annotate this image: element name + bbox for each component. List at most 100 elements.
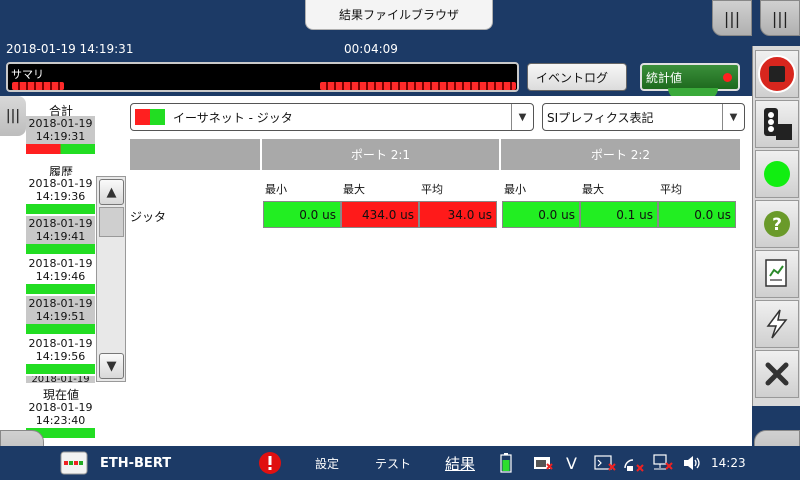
image-icon[interactable]: [533, 446, 553, 480]
summary-error-bar-right: [320, 82, 516, 90]
scroll-up-icon[interactable]: ▲: [99, 179, 124, 205]
entry-time: 14:19:56: [35, 350, 86, 363]
summary-panel[interactable]: サマリ: [6, 62, 519, 92]
entry-date: 2018-01-19: [28, 217, 93, 230]
taskbar: ETH-BERT 設定 テスト 結果 V 14:23: [0, 446, 800, 480]
history-entry[interactable]: 2018-01-19 14:19:56: [26, 336, 95, 374]
speaker-icon[interactable]: [682, 446, 702, 480]
stop-icon: [758, 55, 796, 93]
report-button[interactable]: [755, 250, 799, 298]
value-cell: 34.0 us: [419, 201, 497, 228]
svg-text:?: ?: [772, 215, 782, 235]
terminal-icon[interactable]: [594, 446, 616, 480]
history-entry[interactable]: 2018-01-19: [26, 376, 95, 383]
table-header-blank: [130, 139, 260, 170]
prefix-select[interactable]: SIプレフィクス表記 ▼: [542, 103, 745, 131]
network-icon[interactable]: [651, 446, 673, 480]
history-entry[interactable]: 2018-01-19 14:19:51: [26, 296, 95, 334]
help-icon: ?: [764, 211, 790, 237]
status-swatch-red: [135, 109, 150, 125]
entry-time: 14:19:36: [35, 190, 86, 203]
close-icon: [765, 362, 789, 386]
lightning-icon: [766, 309, 788, 339]
entry-status-bar: [26, 324, 95, 334]
entry-time: 14:19:46: [35, 270, 86, 283]
prefix-select-value: SIプレフィクス表記: [547, 110, 654, 125]
column-header-max: 最大: [582, 183, 604, 196]
stats-button-label: 統計値: [646, 70, 683, 85]
entry-date: 2018-01-19: [28, 177, 93, 190]
entry-time: 14:19:51: [35, 310, 86, 323]
app-name: ETH-BERT: [100, 455, 172, 471]
port-header: ポート 2:2: [501, 139, 740, 170]
value-cell: 434.0 us: [341, 201, 419, 228]
stop-button[interactable]: [755, 50, 799, 98]
entry-date: 2018-01-19: [28, 117, 93, 130]
measurement-select[interactable]: イーサネット - ジッタ ▼: [130, 103, 534, 131]
measurement-select-value: イーサネット - ジッタ: [173, 110, 293, 125]
entry-date: 2018-01-19: [28, 337, 93, 350]
history-entry[interactable]: 2018-01-19 14:19:36: [26, 176, 95, 214]
entry-date: 2018-01-19: [31, 376, 90, 383]
window-title: 結果ファイルブラウザ: [305, 0, 493, 30]
entry-status-bar: [26, 204, 95, 214]
column-header-min: 最小: [265, 183, 287, 196]
current-datetime: 2018-01-19 14:19:31: [6, 42, 134, 56]
alert-icon[interactable]: [258, 446, 282, 480]
menu-bars-icon[interactable]: |||: [760, 0, 800, 36]
elapsed-time: 00:04:09: [344, 42, 398, 56]
app-icon[interactable]: [60, 446, 88, 480]
chevron-down-icon: ▼: [511, 104, 533, 130]
entry-date: 2018-01-19: [28, 257, 93, 270]
entry-time: 14:19:41: [35, 230, 86, 243]
entry-date: 2018-01-19: [28, 297, 93, 310]
column-header-avg: 平均: [660, 183, 682, 196]
satellite-icon[interactable]: [622, 446, 644, 480]
value-cell: 0.1 us: [580, 201, 658, 228]
event-log-button[interactable]: イベントログ: [527, 63, 627, 91]
entry-time: 14:23:40: [35, 414, 86, 427]
battery-icon: [500, 446, 512, 480]
tab-settings[interactable]: 設定: [315, 446, 339, 480]
value-cell: 0.0 us: [658, 201, 736, 228]
v-indicator: V: [566, 453, 577, 473]
value-cell: 0.0 us: [502, 201, 580, 228]
value-cell: 0.0 us: [263, 201, 341, 228]
stats-button[interactable]: 統計値: [640, 63, 740, 91]
lightning-button[interactable]: [755, 300, 799, 348]
summary-label: サマリ: [11, 68, 44, 81]
status-button[interactable]: [755, 150, 799, 198]
clock: 14:23: [711, 456, 746, 470]
entry-status-bar: [26, 244, 95, 254]
report-icon: [765, 259, 787, 287]
close-button[interactable]: [755, 350, 799, 398]
entry-time: 14:19:31: [35, 130, 86, 143]
column-header-max: 最大: [343, 183, 365, 196]
stats-alarm-indicator: [723, 73, 732, 82]
scroll-down-icon[interactable]: ▼: [99, 353, 124, 379]
status-green-icon: [764, 161, 790, 187]
scroll-thumb[interactable]: [99, 207, 124, 237]
traffic-light-button[interactable]: [755, 100, 799, 148]
port-header: ポート 2:1: [262, 139, 499, 170]
traffic-light-icon: [764, 108, 792, 140]
entry-date: 2018-01-19: [28, 401, 93, 414]
entry-status-bar: [26, 284, 95, 294]
right-toolbar: ?: [752, 46, 800, 406]
help-button[interactable]: ?: [755, 200, 799, 248]
column-header-avg: 平均: [421, 183, 443, 196]
history-entry[interactable]: 2018-01-19 14:19:46: [26, 256, 95, 294]
tab-test[interactable]: テスト: [375, 446, 411, 480]
history-scrollbar[interactable]: ▲ ▼: [96, 176, 126, 382]
tab-results[interactable]: 結果: [445, 446, 475, 480]
row-label-jitter: ジッタ: [130, 210, 167, 224]
entry-status-bar: [26, 364, 95, 374]
history-entry[interactable]: 2018-01-19 14:19:41: [26, 216, 95, 254]
total-entry[interactable]: 2018-01-19 14:19:31: [26, 116, 95, 154]
chevron-down-icon: ▼: [722, 104, 744, 130]
column-header-min: 最小: [504, 183, 526, 196]
summary-error-bar-left: [12, 82, 64, 90]
menu-bars-icon[interactable]: |||: [712, 0, 752, 36]
status-swatch-green: [150, 109, 165, 125]
panel-handle-icon[interactable]: |||: [0, 96, 26, 136]
